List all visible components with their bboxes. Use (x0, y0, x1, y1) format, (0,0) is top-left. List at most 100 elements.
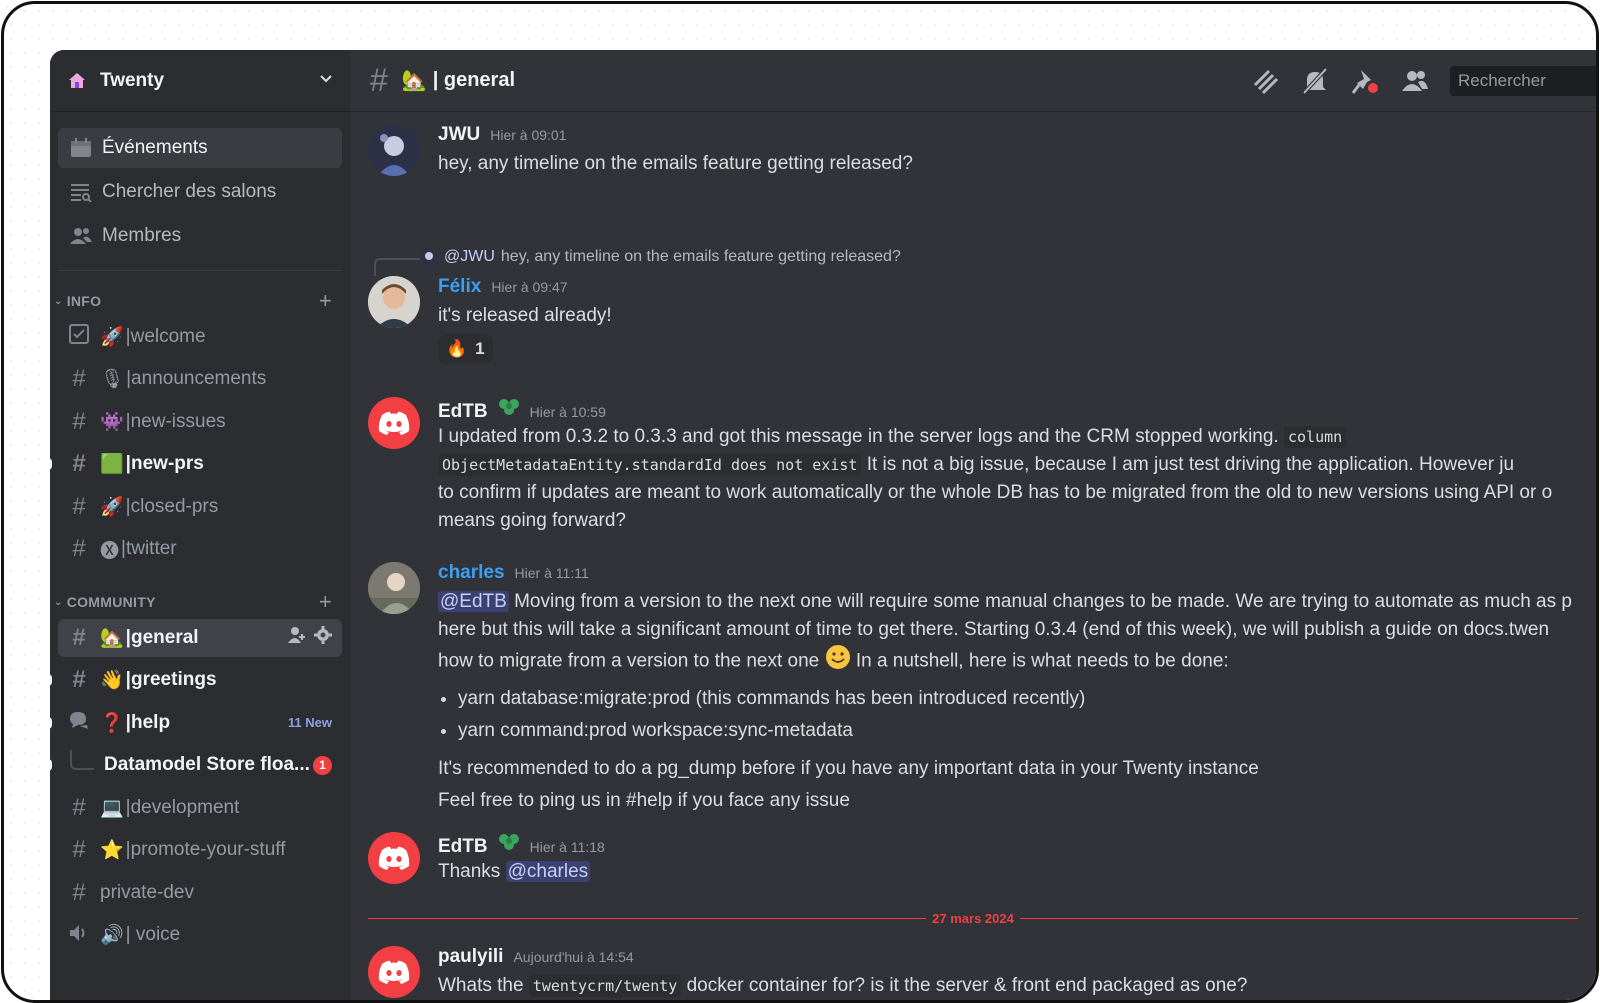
channel-promote-your-stuff[interactable]: # ⭐ |promote-your-stuff (58, 831, 342, 869)
inline-code: column (1284, 426, 1347, 448)
inline-code: ObjectMetadataEntity.standardId does not… (438, 454, 862, 476)
message-list: JWU Hier à 09:01 hey, any timeline on the… (350, 112, 1596, 1000)
message-line: In a nutshell, here is what needs to be … (855, 650, 1229, 672)
divider-date: 27 mars 2024 (932, 910, 1014, 926)
channel-general[interactable]: # 🏡 |general (58, 618, 342, 657)
chevron-down-icon: ⌄ (54, 295, 63, 307)
reply-preview[interactable]: @JWU hey, any timeline on the emails fea… (420, 248, 901, 266)
channel-welcome[interactable]: 🚀 |welcome (58, 318, 342, 356)
unread-indicator (50, 458, 52, 470)
message-content: @EdTB Moving from a version to the next … (438, 588, 1596, 817)
channel-private-dev[interactable]: # private-dev (58, 874, 342, 912)
nav-members-label: Membres (102, 225, 182, 246)
nav-members[interactable]: Membres (58, 216, 342, 256)
hash-icon: # (370, 62, 388, 98)
channel-new-issues[interactable]: # 👾 |new-issues (58, 403, 342, 441)
hash-icon: # (72, 535, 86, 562)
calendar-icon (70, 137, 92, 159)
hash-icon: # (72, 492, 86, 520)
house-icon: 🏡 (401, 70, 427, 92)
thread-name: Datamodel Store floa... (104, 754, 310, 775)
avatar[interactable] (368, 124, 420, 176)
message-content: Thanks @charles (438, 858, 1596, 886)
server-home-icon (66, 70, 88, 92)
category-info[interactable]: ⌄ INFO + (50, 288, 350, 314)
message-author[interactable]: EdTB (438, 836, 488, 858)
channel-help[interactable]: ❓ |help 11 New (50, 704, 342, 742)
hash-icon: # (72, 365, 86, 392)
message-timestamp: Aujourd'hui à 14:54 (513, 949, 634, 965)
members-list-icon[interactable] (1400, 66, 1430, 96)
message-content: it's released already! (438, 305, 612, 326)
message-line: to confirm if updates are meant to work … (438, 482, 1553, 503)
avatar[interactable] (368, 946, 420, 998)
nav-browse-label: Chercher des salons (102, 181, 277, 202)
channel-name: |twitter (121, 538, 177, 559)
waving-hand-icon: 👋 (100, 670, 124, 691)
message-author[interactable]: JWU (438, 124, 480, 146)
category-community[interactable]: ⌄ COMMUNITY + (50, 589, 350, 615)
message-timestamp: Hier à 10:59 (529, 404, 606, 420)
pin-icon[interactable] (1350, 66, 1380, 96)
threads-icon[interactable] (1250, 66, 1280, 96)
channel-voice[interactable]: 🔊 | voice (58, 916, 342, 954)
house-icon: 🏡 (100, 627, 124, 649)
user-mention[interactable]: @EdTB (438, 591, 509, 612)
avatar[interactable] (368, 832, 420, 884)
channel-header: # 🏡 | general Rechercher (350, 50, 1596, 112)
invite-icon[interactable] (288, 626, 306, 650)
private-hash-icon: # (72, 878, 86, 906)
gear-icon[interactable] (314, 625, 332, 650)
member-badge-icon (498, 397, 520, 422)
message-content: I updated from 0.3.2 to 0.3.3 and got th… (438, 423, 1596, 535)
nav-events[interactable]: Événements (58, 128, 342, 168)
chevron-down-icon: ⌄ (54, 596, 63, 608)
category-community-label: COMMUNITY (66, 594, 156, 610)
message-author[interactable]: EdTB (438, 401, 488, 423)
channel-name: |greetings (125, 669, 217, 690)
channel-development[interactable]: # 💻 |development (58, 789, 342, 827)
nav-browse-channels[interactable]: Chercher des salons (58, 172, 342, 212)
channel-twitter[interactable]: # 🅧 |twitter (58, 530, 342, 568)
message-content: hey, any timeline on the emails feature … (438, 153, 913, 174)
reply-mention: @JWU (444, 248, 495, 265)
channel-announcements[interactable]: # 🎙 |announcements (58, 360, 342, 398)
channel-greetings[interactable]: # 👋 |greetings (50, 661, 342, 699)
reaction-fire[interactable]: 🔥 1 (438, 334, 493, 364)
server-header[interactable]: Twenty (50, 50, 350, 112)
mute-bell-icon[interactable] (1300, 66, 1330, 96)
browse-channels-icon (70, 181, 92, 203)
channel-name: | voice (125, 924, 181, 945)
x-logo-icon: 🅧 (100, 540, 120, 562)
channel-new-prs[interactable]: # 🟩 |new-prs (50, 445, 342, 483)
search-input[interactable]: Rechercher (1450, 65, 1596, 96)
user-mention[interactable]: @charles (505, 861, 591, 882)
sidebar-divider (58, 270, 342, 271)
list-item: yarn database:migrate:prod (this command… (458, 683, 1596, 715)
avatar[interactable] (368, 562, 420, 614)
message-timestamp: Hier à 09:47 (491, 279, 568, 295)
avatar[interactable] (368, 276, 420, 328)
rules-channel-icon (68, 323, 90, 350)
rocket-icon: 🚀 (100, 326, 124, 348)
hash-icon: # (72, 666, 86, 693)
add-channel-icon[interactable]: + (319, 589, 332, 615)
member-badge-icon (498, 832, 520, 857)
hash-icon: # (72, 623, 86, 651)
laptop-icon: 💻 (100, 797, 124, 819)
add-channel-icon[interactable]: + (319, 288, 332, 314)
hash-icon: # (72, 450, 86, 477)
alien-monster-icon: 👾 (100, 411, 124, 433)
green-square-icon: 🟩 (100, 454, 124, 475)
thread-datamodel-store[interactable]: Datamodel Store floa... 1 (50, 746, 342, 784)
message-author[interactable]: Félix (438, 276, 481, 298)
reply-avatar (420, 248, 438, 266)
message-line: Whats the (438, 975, 524, 996)
channel-closed-prs[interactable]: # 🚀 |closed-prs (58, 488, 342, 526)
forum-icon (68, 709, 90, 736)
message-line: docker container for? is it the server &… (686, 975, 1248, 996)
message-line: here but this will take a significant am… (438, 619, 1550, 640)
message-author[interactable]: paulyili (438, 946, 503, 968)
message-author[interactable]: charles (438, 562, 505, 584)
avatar[interactable] (368, 397, 420, 449)
